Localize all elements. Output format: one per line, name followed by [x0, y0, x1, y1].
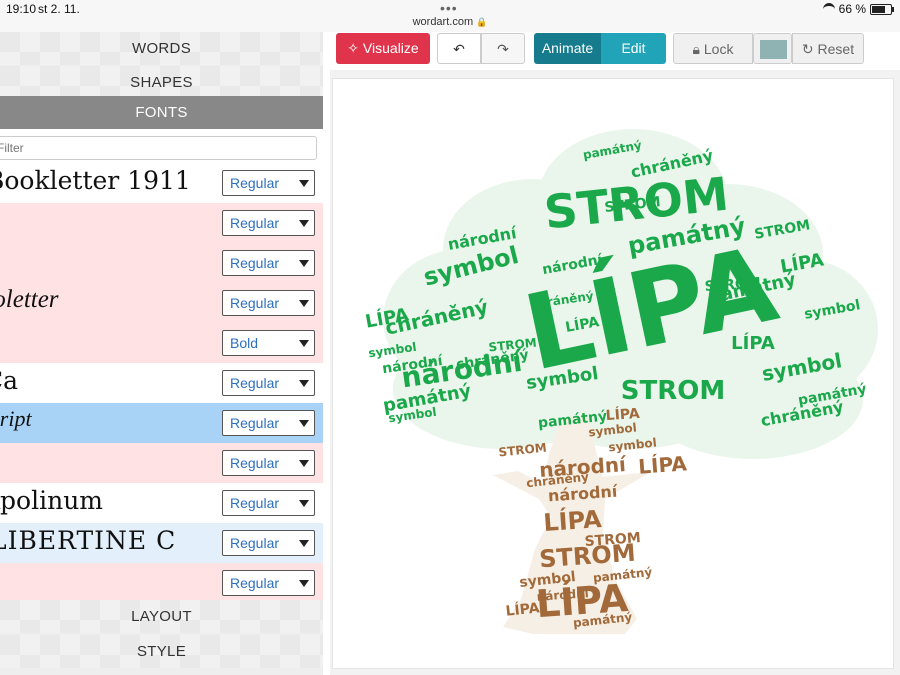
font-row[interactable]: Regular — [0, 203, 323, 243]
font-style-select[interactable]: Regular — [222, 450, 315, 476]
caret-down-icon — [299, 300, 309, 307]
font-filter-input[interactable] — [0, 136, 317, 160]
font-row[interactable]: Boletter Regular — [0, 283, 323, 323]
lock-icon: 🔒 — [476, 17, 488, 27]
wordart-canvas[interactable]: LÍPA STROM národní symbol památný chráněný STR… — [332, 78, 894, 669]
caret-down-icon — [299, 540, 309, 547]
status-date: st 2. 11. — [38, 2, 80, 16]
section-words[interactable]: WORDS — [0, 32, 323, 65]
filter-area — [0, 129, 323, 167]
font-style-select[interactable]: Regular — [222, 170, 315, 196]
caret-down-icon — [299, 180, 309, 187]
font-style-value: Regular — [230, 255, 280, 271]
reset-button[interactable]: ↻ Reset — [792, 33, 864, 64]
font-style-select[interactable]: Regular — [222, 370, 315, 396]
battery-icon — [870, 3, 894, 15]
font-style-select[interactable]: Regular — [222, 490, 315, 516]
font-row[interactable]: LIBERTINE C Regular — [0, 523, 323, 563]
status-bar: 19:10 st 2. 11. ••• wordart.com 🔒 66 % — [0, 0, 900, 32]
caret-down-icon — [299, 420, 309, 427]
visualize-label: Visualize — [362, 40, 419, 56]
section-layout[interactable]: LAYOUT — [0, 600, 323, 633]
font-style-select[interactable]: Regular — [222, 530, 315, 556]
font-row[interactable]: Apolinum Regular — [0, 483, 323, 523]
font-style-select[interactable]: Regular — [222, 250, 315, 276]
battery-percent: 66 % — [838, 2, 866, 16]
font-row[interactable]: Bookletter 1911 Regular — [0, 163, 323, 203]
font-style-value: Regular — [230, 455, 280, 471]
status-right: 66 % — [822, 2, 894, 16]
color-swatch-button[interactable] — [753, 33, 792, 64]
lock-button[interactable]: 🔒︎ Lock — [673, 33, 753, 64]
animate-button[interactable]: Animate — [534, 33, 601, 64]
caret-down-icon — [299, 220, 309, 227]
redo-icon: ↷ — [497, 41, 509, 57]
font-row[interactable]: Regular — [0, 563, 323, 603]
font-style-value: Regular — [230, 295, 280, 311]
font-style-select[interactable]: Bold — [222, 330, 315, 356]
font-style-value: Regular — [230, 215, 280, 231]
font-style-select[interactable]: Regular — [222, 570, 315, 596]
left-panel: WORDS SHAPES FONTS Bookletter 1911 Regul… — [0, 32, 323, 675]
font-sample: Bookletter 1911 — [0, 166, 191, 195]
url-text: wordart.com — [412, 16, 474, 28]
redo-button[interactable]: ↷ — [481, 33, 525, 64]
lock-label: Lock — [703, 41, 734, 57]
toolbar: ✧ Visualize ↶ ↷ Animate Edit 🔒︎ Lock ↻ R… — [330, 32, 900, 70]
cloud-word: STROM — [621, 376, 725, 406]
reset-icon: ↻ — [801, 41, 814, 57]
font-row[interactable]: Regular — [0, 243, 323, 283]
font-style-value: Regular — [230, 415, 280, 431]
font-style-select[interactable]: Regular — [222, 290, 315, 316]
section-fonts[interactable]: FONTS — [0, 96, 323, 129]
section-style[interactable]: STYLE — [0, 635, 323, 668]
caret-down-icon — [299, 260, 309, 267]
cloud-word: LÍPA — [542, 504, 602, 537]
more-dots-icon[interactable]: ••• — [440, 0, 458, 16]
caret-down-icon — [299, 380, 309, 387]
caret-down-icon — [299, 580, 309, 587]
font-style-value: Regular — [230, 175, 280, 191]
font-row-selected[interactable]: cript Regular — [0, 403, 323, 443]
caret-down-icon — [299, 460, 309, 467]
font-style-value: Bold — [230, 335, 259, 351]
caret-down-icon — [299, 500, 309, 507]
cloud-word: LÍPA — [731, 332, 775, 354]
reset-label: Reset — [817, 41, 855, 57]
font-style-select[interactable]: Regular — [222, 210, 315, 236]
font-sample: cript — [0, 406, 32, 431]
font-style-value: Regular — [230, 495, 280, 511]
edit-button[interactable]: Edit — [601, 33, 666, 64]
visualize-button[interactable]: ✧ Visualize — [336, 33, 430, 64]
tree-word-cloud[interactable]: LÍPASTROMnárodnísymbolpamátnýchráněnýSTR… — [333, 79, 893, 668]
font-style-select[interactable]: Regular — [222, 410, 315, 436]
padlock-icon: 🔒︎ — [692, 41, 700, 57]
address-bar[interactable]: wordart.com 🔒 — [0, 16, 900, 28]
color-swatch — [760, 40, 787, 59]
wifi-icon — [822, 2, 835, 16]
canvas-area: LÍPA STROM národní symbol památný chráněný STR… — [330, 70, 900, 675]
caret-down-icon — [299, 340, 309, 347]
undo-button[interactable]: ↶ — [437, 33, 481, 64]
font-sample: LIBERTINE C — [0, 526, 177, 555]
font-style-value: Regular — [230, 535, 280, 551]
status-time: 19:10 — [6, 2, 37, 16]
cloud-word: LÍPA — [505, 599, 541, 619]
font-sample: Apolinum — [0, 486, 104, 515]
cloud-word: LÍPA — [637, 451, 688, 478]
font-row[interactable]: Ca Regular — [0, 363, 323, 403]
font-sample: Ca — [0, 366, 19, 395]
font-sample: Boletter — [0, 286, 59, 313]
font-style-value: Regular — [230, 575, 280, 591]
undo-icon: ↶ — [453, 41, 465, 57]
font-row[interactable]: Regular — [0, 443, 323, 483]
font-style-value: Regular — [230, 375, 280, 391]
section-shapes[interactable]: SHAPES — [0, 66, 323, 99]
font-row[interactable]: Bold — [0, 323, 323, 363]
magic-wand-icon: ✧ — [347, 40, 360, 56]
